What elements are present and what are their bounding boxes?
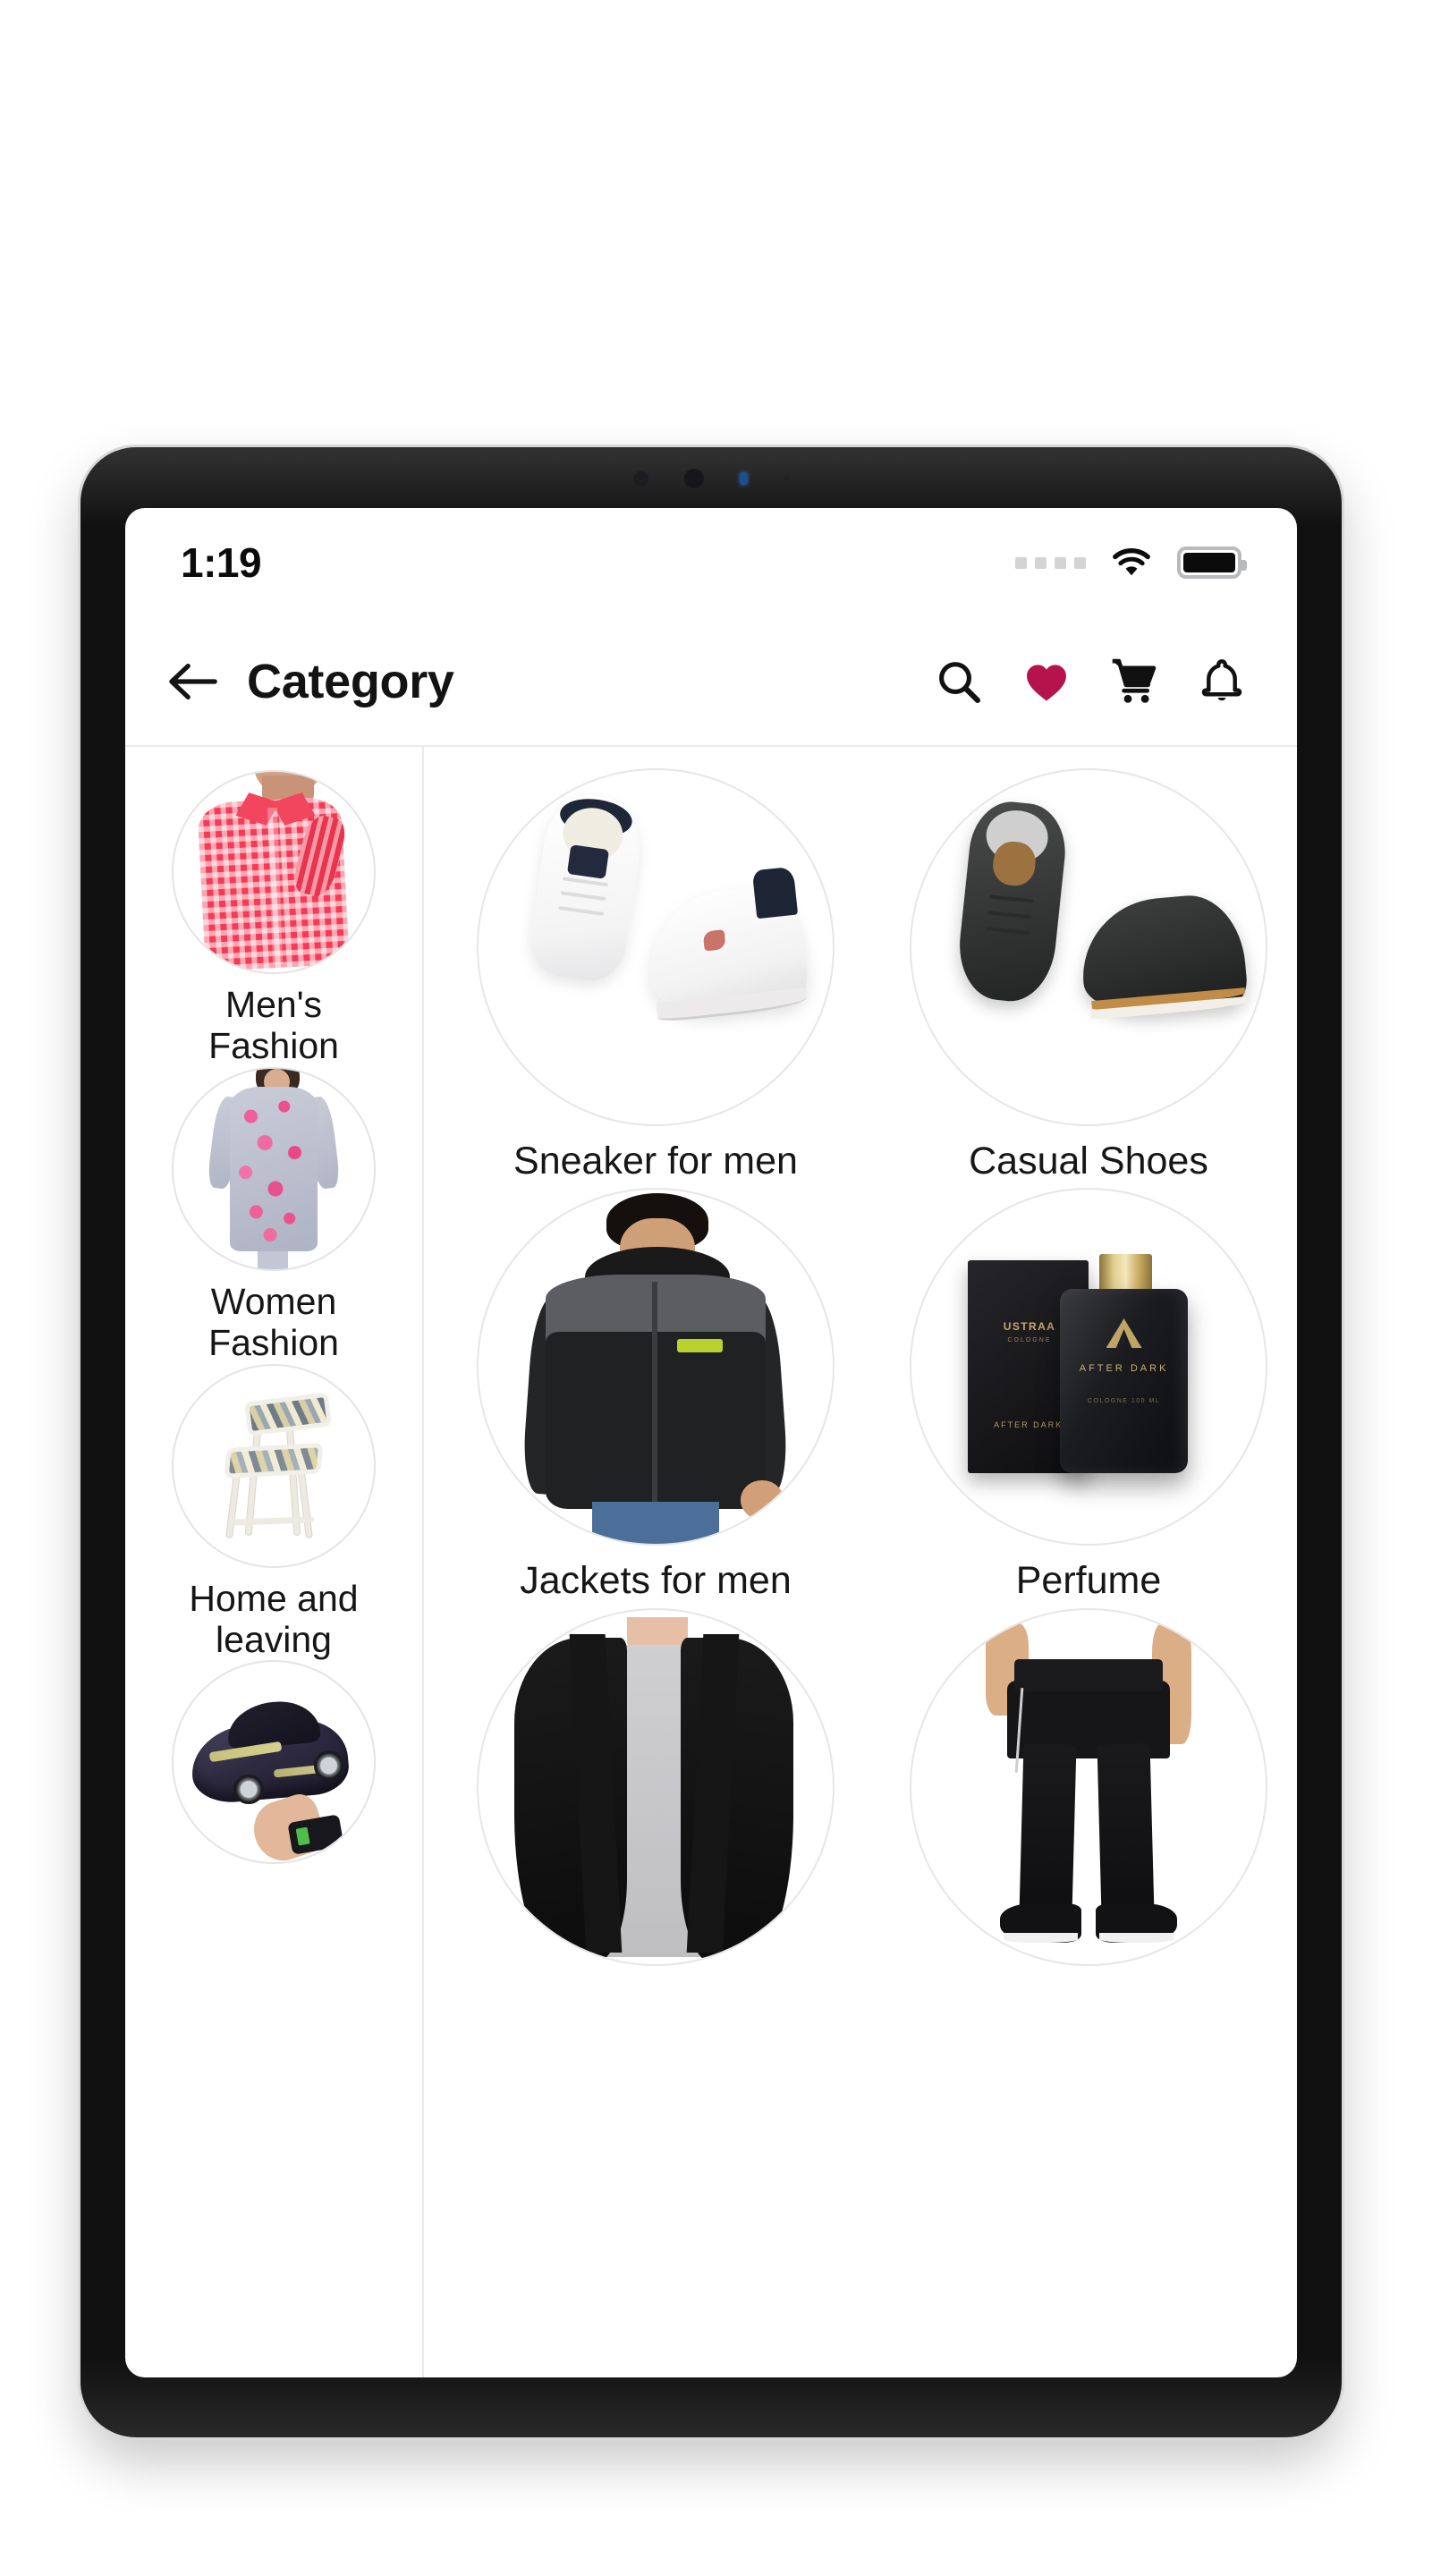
folding-chair-image	[174, 1366, 374, 1566]
sidebar-thumb-home-and-leaving	[172, 1363, 376, 1568]
sidebar-item-mens-fashion[interactable]: Men's Fashion	[125, 770, 422, 1067]
black-track-pants-image	[911, 1610, 1266, 1964]
status-bar: 1:19	[125, 508, 1297, 617]
grid-item-label: Sneaker for men	[513, 1140, 798, 1182]
front-camera-cluster	[80, 467, 1342, 490]
tablet-device-frame: 1:19 Category Men's Fashion Women Fashio…	[80, 447, 1342, 2437]
grid-thumb-jackets-for-men	[477, 1188, 835, 1546]
page-title: Category	[247, 654, 454, 708]
sidebar-item-label: Women Fashion	[208, 1280, 339, 1363]
device-screen: 1:19 Category Men's Fashion Women Fashio…	[125, 508, 1297, 2377]
grid-item-track-pants[interactable]	[880, 1607, 1297, 1980]
bell-icon[interactable]	[1197, 657, 1247, 707]
floral-kurti-image	[174, 1068, 374, 1269]
camera-indicator-icon	[739, 472, 748, 485]
remote-control-toy-car-image	[174, 1662, 374, 1863]
wifi-icon	[1113, 548, 1150, 576]
heart-icon[interactable]	[1021, 657, 1072, 707]
grid-item-label: Casual Shoes	[969, 1140, 1208, 1182]
black-open-front-cardigan-image	[479, 1610, 833, 1964]
dark-casual-shoes-image	[911, 770, 1266, 1124]
arrow-left-icon[interactable]	[168, 662, 220, 701]
grid-item-perfume[interactable]: USTRAA COLOGNE AFTER DARK AFTER DARK COL…	[880, 1188, 1297, 1602]
screenshot-root: 1:19 Category Men's Fashion Women Fashio…	[0, 0, 1449, 2576]
white-sneakers-image	[479, 770, 833, 1124]
sidebar-thumb-toy-car	[172, 1660, 376, 1865]
grid-item-jackets-for-men[interactable]: Jackets for men	[447, 1188, 864, 1602]
proximity-sensor-icon	[783, 475, 790, 482]
category-sidebar[interactable]: Men's Fashion Women Fashion Home and lea…	[125, 747, 424, 2377]
grid-item-sneaker-for-men[interactable]: Sneaker for men	[447, 768, 864, 1182]
checkered-pink-shirt-image	[174, 772, 374, 972]
perfume-bottle-variant: AFTER DARK	[1079, 1362, 1169, 1374]
sidebar-item-home-and-leaving[interactable]: Home and leaving	[125, 1363, 422, 1661]
status-indicators	[1015, 546, 1247, 580]
signal-dots-icon	[1015, 556, 1086, 569]
sidebar-item-label: Home and leaving	[189, 1577, 359, 1660]
sidebar-item-label: Men's Fashion	[208, 984, 339, 1066]
grid-thumb-perfume: USTRAA COLOGNE AFTER DARK AFTER DARK COL…	[910, 1188, 1267, 1546]
grid-item-casual-shoes[interactable]: Casual Shoes	[880, 768, 1297, 1182]
grid-thumb-track-pants	[910, 1607, 1267, 1966]
grid-item-label: Perfume	[1015, 1559, 1162, 1603]
grid-thumb-cardigan	[477, 1607, 835, 1966]
app-bar: Category	[125, 617, 1297, 747]
search-icon[interactable]	[934, 657, 984, 707]
category-content: Men's Fashion Women Fashion Home and lea…	[125, 747, 1297, 2377]
status-time: 1:19	[181, 539, 262, 586]
camera-sensor-icon	[632, 470, 648, 487]
sidebar-item-toy-car[interactable]	[125, 1660, 422, 1875]
sidebar-thumb-mens-fashion	[172, 770, 376, 974]
grid-thumb-casual-shoes	[910, 768, 1267, 1126]
app-bar-actions	[934, 657, 1247, 707]
grid-thumb-sneaker-for-men	[477, 768, 835, 1126]
sidebar-thumb-women-fashion	[172, 1066, 376, 1271]
ustraa-after-dark-cologne-image: USTRAA COLOGNE AFTER DARK AFTER DARK COL…	[911, 1190, 1266, 1544]
grid-item-cardigan[interactable]	[447, 1607, 864, 1980]
app-bar-left: Category	[168, 654, 454, 709]
cart-icon[interactable]	[1109, 657, 1159, 707]
grid-item-label: Jackets for men	[520, 1559, 792, 1603]
battery-full-icon	[1177, 547, 1247, 579]
perfume-bottle-size: COLOGNE 100 ML	[1087, 1397, 1161, 1404]
man-in-black-grey-hooded-jacket-image	[479, 1190, 833, 1545]
category-grid: Sneaker for men Casual Shoes Jackets for…	[424, 747, 1297, 2377]
sidebar-item-women-fashion[interactable]: Women Fashion	[125, 1066, 422, 1364]
camera-lens-icon	[683, 469, 704, 488]
